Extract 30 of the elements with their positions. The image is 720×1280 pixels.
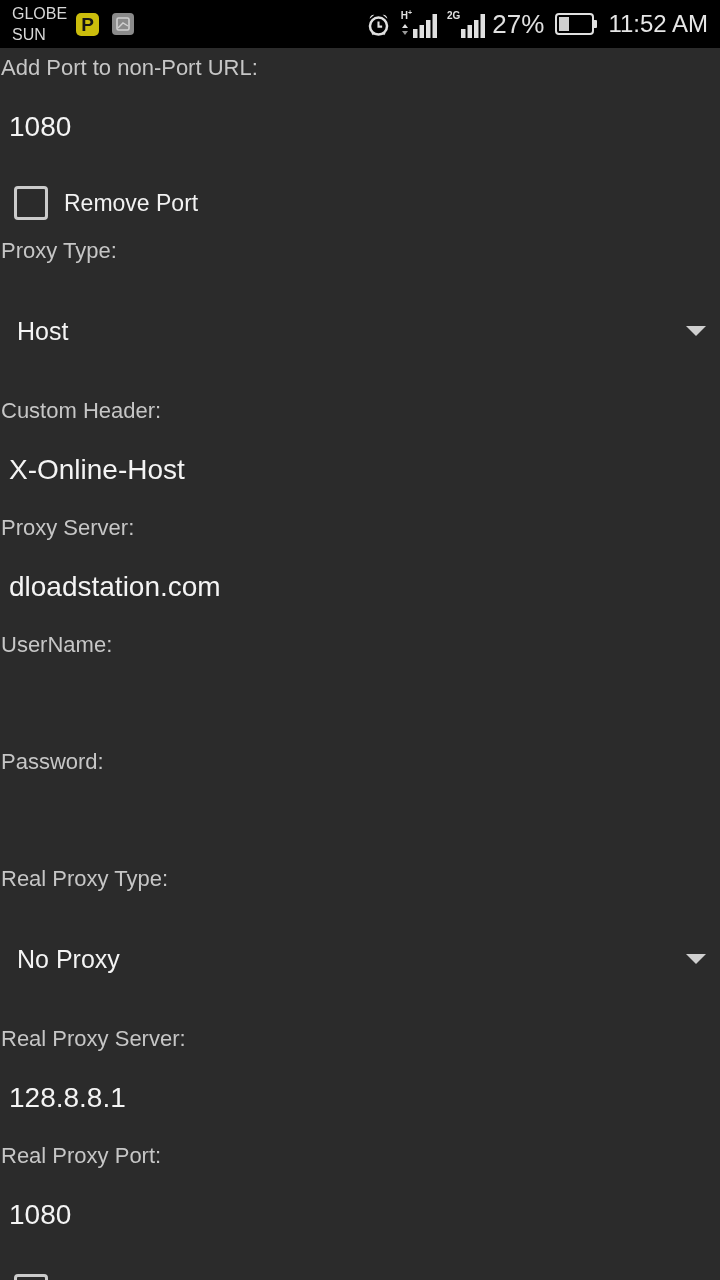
- checkbox-option[interactable]: Remove Port: [14, 186, 199, 220]
- battery-percent: 27%: [492, 8, 545, 40]
- image-icon: [112, 13, 135, 35]
- field-label: Proxy Server:: [0, 514, 136, 542]
- text-field[interactable]: dloadstation.com: [0, 543, 712, 630]
- carrier-name: GLOBE: [12, 4, 68, 24]
- dropdown[interactable]: No Proxy: [0, 894, 720, 1024]
- signal-icon: [413, 14, 437, 38]
- dropdown[interactable]: Host: [0, 266, 720, 396]
- field-label: Real Proxy Port:: [0, 1142, 163, 1170]
- field-label: Proxy Type:: [0, 237, 118, 265]
- battery-icon: [555, 13, 598, 35]
- field-label: UserName:: [0, 631, 114, 659]
- text-field[interactable]: 1080: [0, 83, 712, 170]
- field-label: Real Proxy Server:: [0, 1025, 187, 1053]
- caret-icon: [686, 954, 706, 964]
- text-field[interactable]: 1080: [0, 1171, 712, 1258]
- text-field[interactable]: 128.8.8.1: [0, 1054, 712, 1141]
- field-label: Real Proxy Type:: [0, 865, 170, 893]
- field-label: Password:: [0, 748, 105, 776]
- network-type-label: H$^{+}$: [400, 10, 412, 21]
- carrier-name: SUN: [12, 25, 47, 45]
- network-type-label: 2G: [447, 10, 461, 21]
- caret-icon: [686, 326, 706, 336]
- text-field[interactable]: X-Online-Host: [0, 426, 712, 513]
- field-label: Add Port to non-Port URL:: [0, 54, 259, 82]
- checkbox-icon[interactable]: [14, 186, 48, 220]
- field-label: Custom Header:: [0, 397, 163, 425]
- notification-icon: P: [76, 12, 100, 36]
- status-time: 11:52 AM: [608, 10, 708, 38]
